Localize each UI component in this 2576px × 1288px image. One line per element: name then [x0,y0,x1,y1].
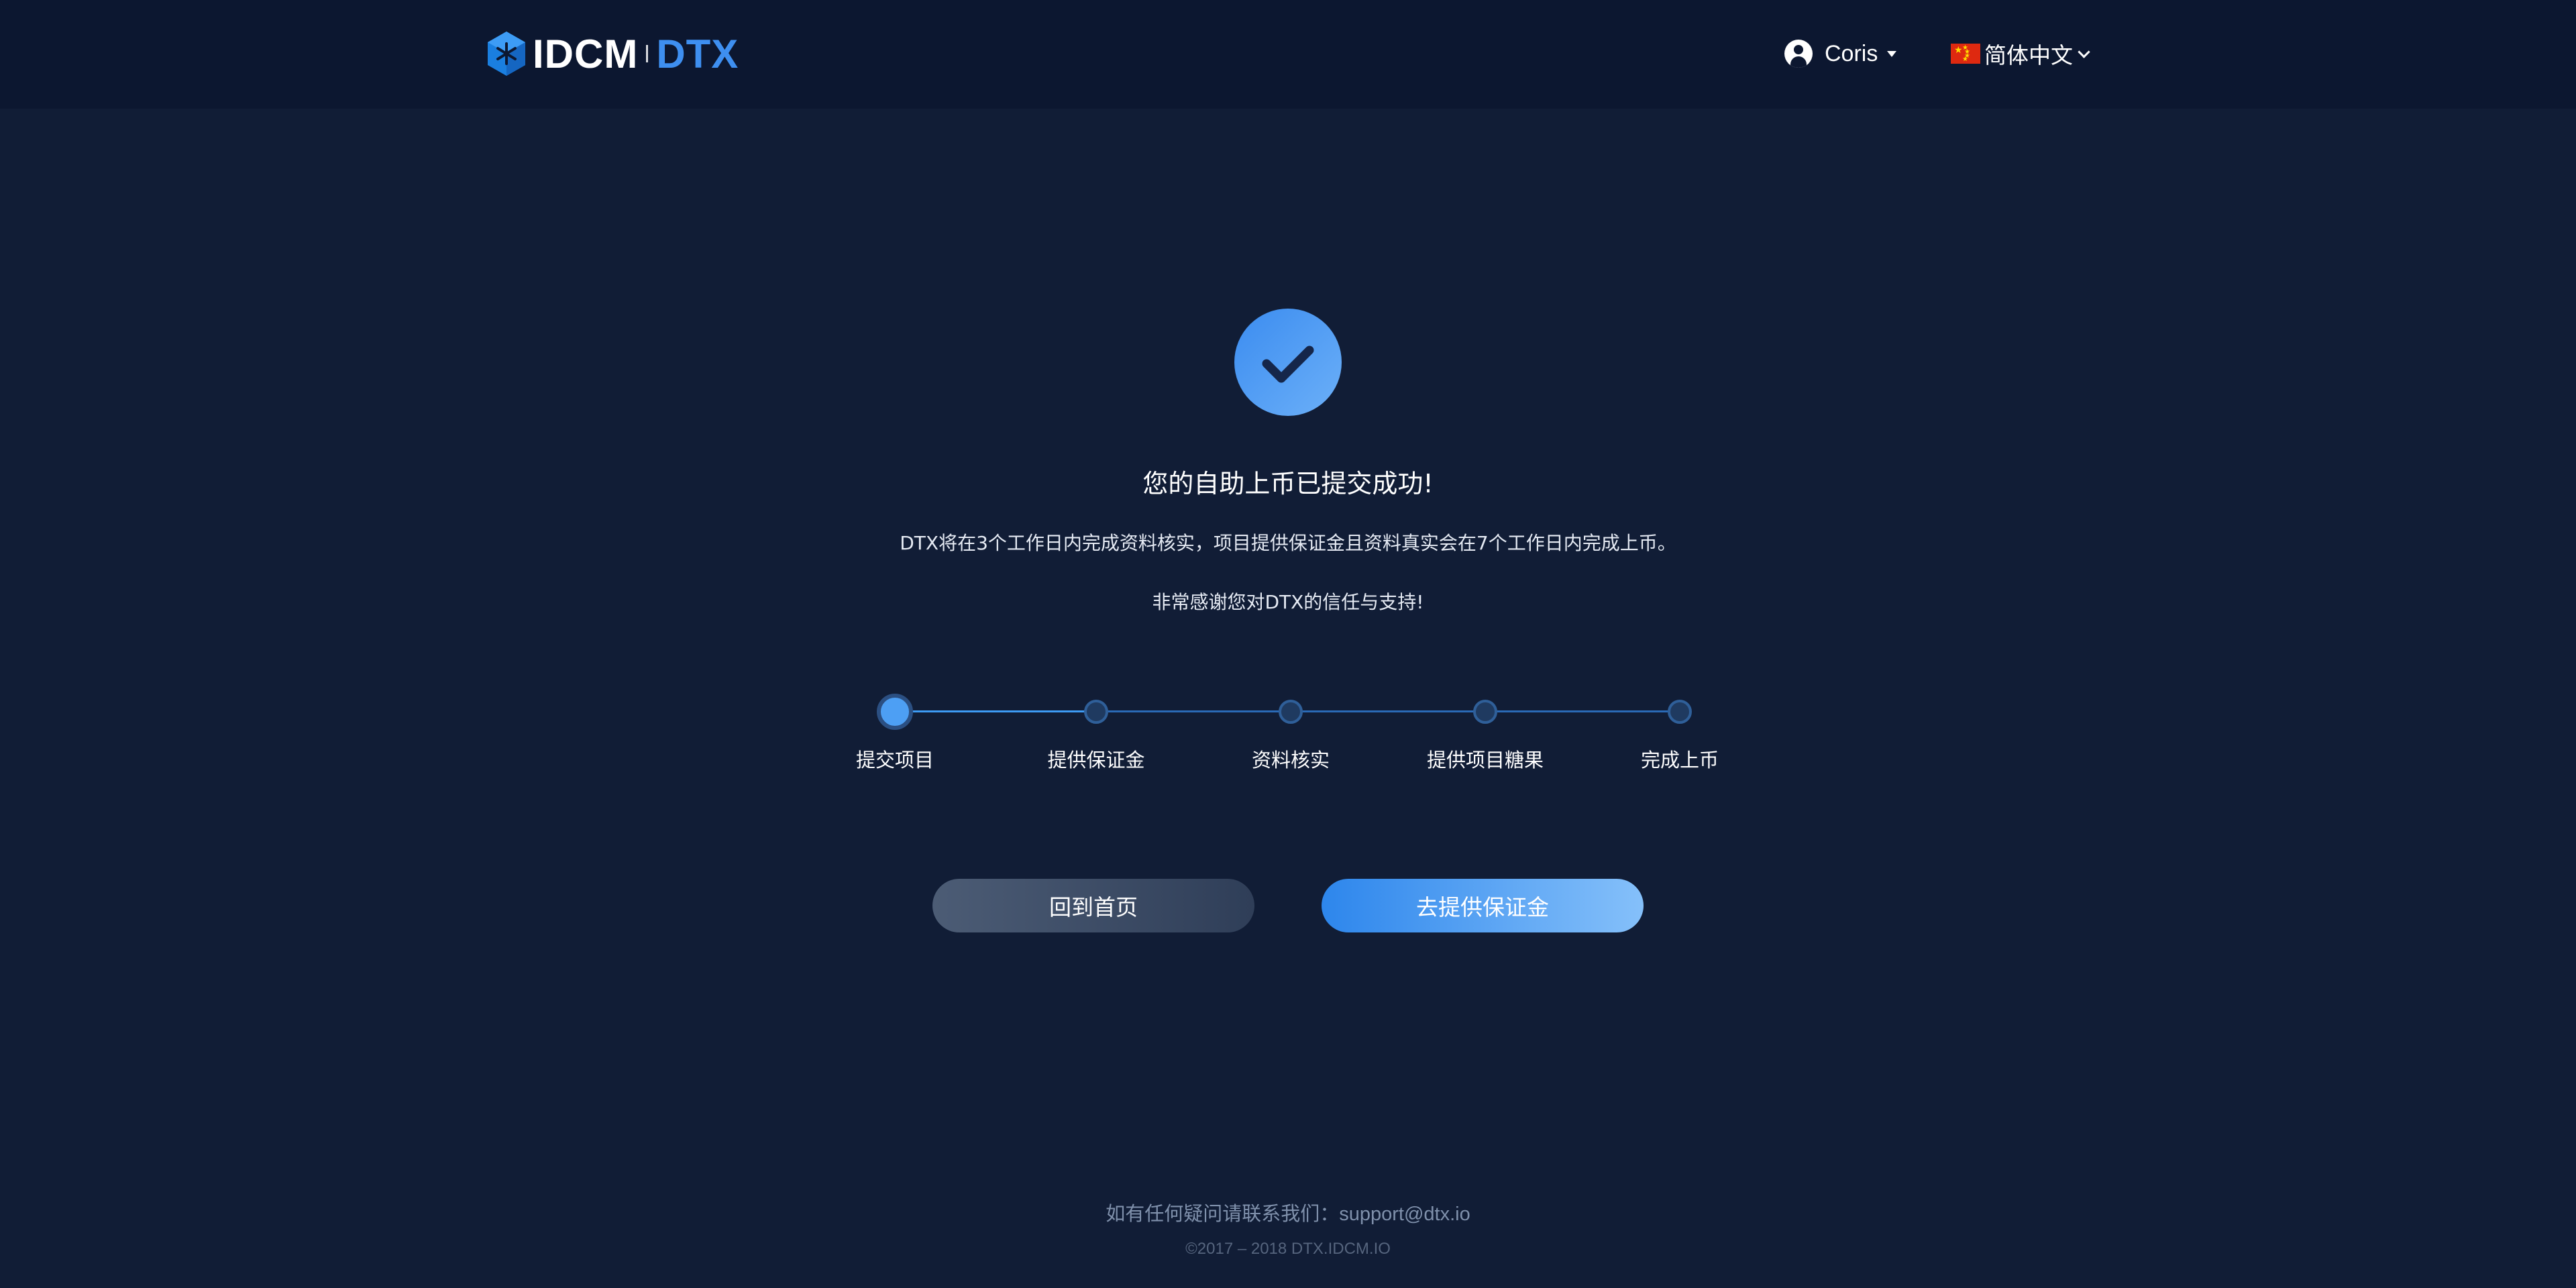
logo-brand: IDCM [533,31,639,76]
step-connector [1291,710,1485,712]
step-dot-2 [1084,700,1108,724]
language-label: 简体中文 [1984,42,2073,68]
thanks-message: 非常感谢您对DTX的信任与支持! [1152,591,1424,613]
logo-divider [646,45,649,62]
footer-contact-text: 如有任何疑问请联系我们： [1106,1202,1340,1225]
step-dot-5 [1668,700,1692,724]
step-label-4: 提供项目糖果 [1426,749,1544,771]
step-label-1: 提交项目 [855,749,934,771]
success-check-icon [1234,309,1342,416]
user-menu[interactable]: Coris [1784,38,1897,70]
step-label-3: 资料核实 [1251,749,1330,771]
user-avatar-icon [1784,40,1813,68]
top-header: IDCM DTX Coris ★ ★ ★ ★ ★ 简体中文 [0,0,2576,109]
step-dot-4 [1473,700,1497,724]
chevron-down-icon [2078,45,2090,58]
step-dot-3 [1279,700,1303,724]
success-description: DTX将在3个工作日内完成资料核实，项目提供保证金且资料真实会在7个工作日内完成… [900,532,1676,554]
support-email-link[interactable]: support@dtx.io [1339,1203,1470,1225]
language-selector[interactable]: ★ ★ ★ ★ ★ 简体中文 [1951,38,2090,70]
step-connector [1096,710,1291,712]
step-label-2: 提供保证金 [1047,749,1145,771]
user-name: Coris [1825,40,1878,66]
step-label-5: 完成上币 [1640,749,1719,771]
caret-down-icon [1887,50,1897,57]
logo[interactable]: IDCM DTX [486,30,739,78]
footer-copyright: ©2017 – 2018 DTX.IDCM.IO [1185,1240,1391,1258]
back-home-button[interactable]: 回到首页 [932,879,1254,932]
step-connector [1485,710,1680,712]
cube-logo-icon [488,32,525,76]
logo-product: DTX [656,31,739,76]
step-connector [895,710,1096,712]
success-title: 您的自助上币已提交成功! [1142,469,1434,498]
china-flag-icon: ★ ★ ★ ★ ★ [1951,44,1980,64]
provide-deposit-button[interactable]: 去提供保证金 [1322,879,1644,932]
step-dot-1 [877,694,913,730]
footer-contact: 如有任何疑问请联系我们：support@dtx.io [885,1198,1690,1226]
